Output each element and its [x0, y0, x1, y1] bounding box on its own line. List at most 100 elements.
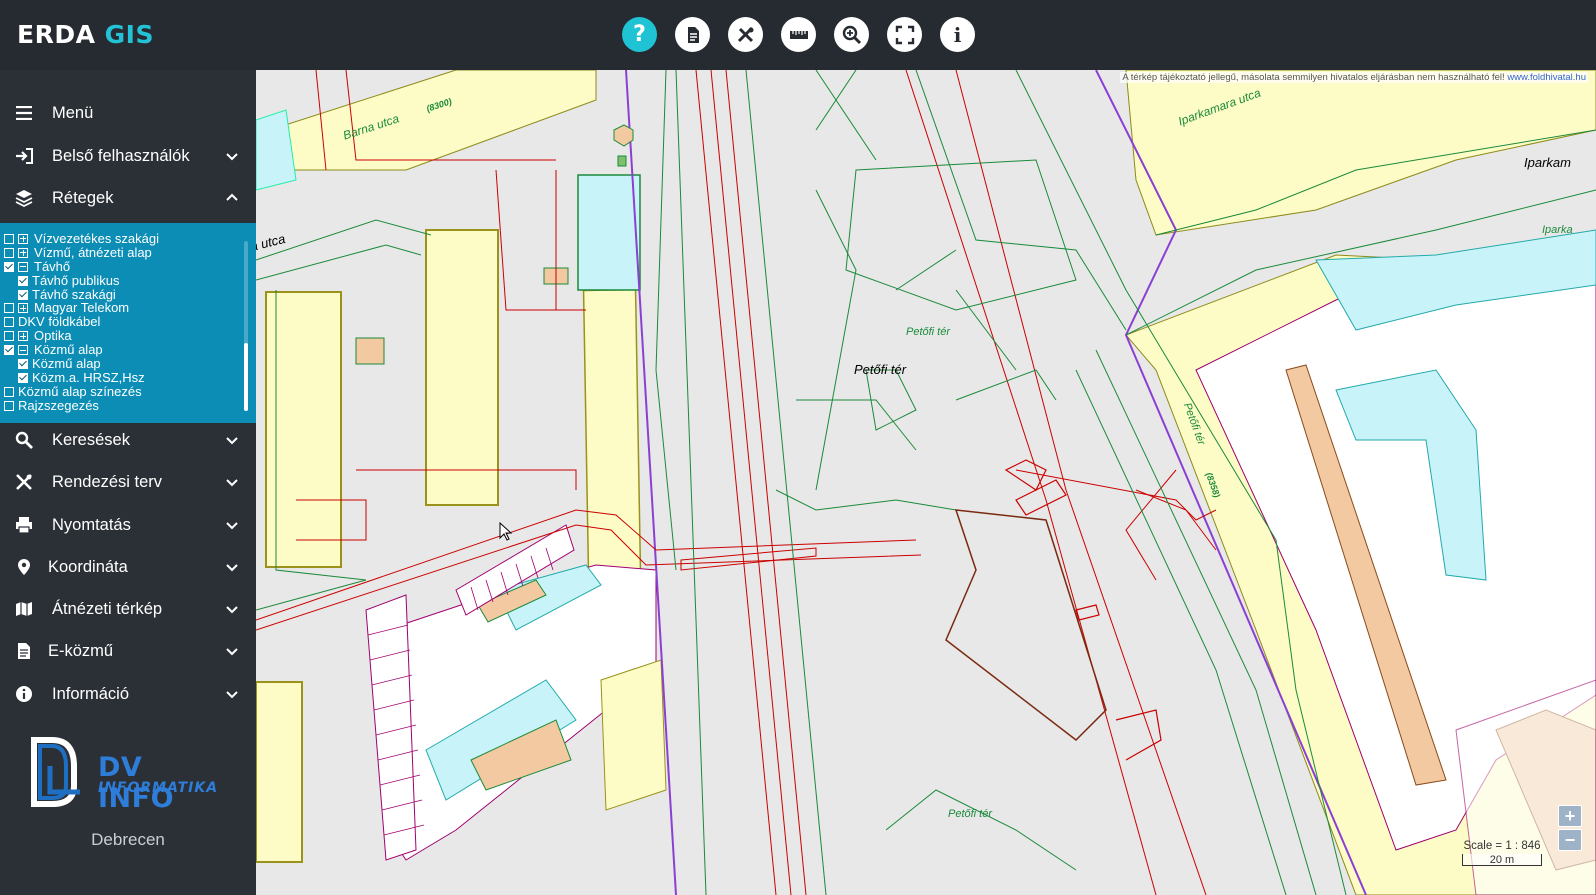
- expand-icon[interactable]: [18, 331, 28, 342]
- map-label-petofi-ter-green-2: Petőfi tér: [948, 808, 993, 820]
- layer-item[interactable]: Távhő: [4, 259, 242, 274]
- chevron-up-icon: [226, 193, 238, 201]
- layer-label: Közmű alap színezés: [18, 383, 142, 399]
- layer-checkbox[interactable]: [4, 303, 14, 314]
- info-icon: i: [953, 22, 962, 47]
- layers-scrollbar-thumb[interactable]: [244, 343, 248, 411]
- map-label-iparkam: Iparkam: [1524, 155, 1571, 170]
- layer-checkbox[interactable]: [4, 247, 14, 258]
- chevron-down-icon: [226, 479, 238, 487]
- chevron-down-icon: [226, 606, 238, 614]
- sidebar: Menü Belső felhasználók Rétegek Vízvezet…: [0, 70, 256, 895]
- map-disclaimer: A térkép tájékoztató jellegű, másolata s…: [1120, 72, 1588, 83]
- layer-item[interactable]: Magyar Telekom: [4, 301, 242, 315]
- sidebar-item-rendezesi-terv[interactable]: Rendezési terv: [0, 462, 256, 502]
- layer-checkbox[interactable]: [4, 386, 14, 397]
- expand-icon[interactable]: [18, 247, 28, 258]
- map-icon: [14, 599, 34, 619]
- sidebar-item-label: Koordináta: [48, 557, 128, 576]
- layer-item[interactable]: Közm.a. HRSZ,Hsz: [4, 371, 242, 385]
- layer-checkbox[interactable]: [18, 358, 28, 369]
- layer-checkbox[interactable]: [4, 233, 14, 244]
- zoom-in-button[interactable]: +: [1558, 805, 1582, 827]
- layer-label: Közmű alap: [32, 356, 101, 372]
- sidebar-item-label: Rétegek: [52, 188, 114, 207]
- chevron-down-icon: [226, 153, 238, 161]
- sidebar-item-label: Nyomtatás: [52, 515, 131, 534]
- zoom-button[interactable]: [834, 17, 869, 52]
- layer-item[interactable]: Közmű alap: [4, 343, 242, 357]
- layer-checkbox[interactable]: [18, 289, 28, 300]
- sidebar-item-belso[interactable]: Belső felhasználók: [0, 136, 256, 176]
- sidebar-item-koordinata[interactable]: Koordináta: [0, 547, 256, 587]
- layer-item[interactable]: Optika: [4, 329, 242, 343]
- sidebar-item-label: Belső felhasználók: [52, 146, 190, 165]
- map-label-petofi-ter: Petőfi tér: [854, 362, 907, 377]
- chevron-down-icon: [226, 648, 238, 656]
- info-circle-icon: [14, 684, 34, 704]
- layer-item[interactable]: Vízmű, átnézeti alap: [4, 244, 242, 260]
- layer-item[interactable]: Rajzszegezés: [4, 398, 242, 413]
- sidebar-item-informacio[interactable]: Információ: [0, 674, 256, 714]
- layer-checkbox[interactable]: [4, 331, 14, 342]
- logo-line2: INFORMATIKA: [98, 780, 219, 796]
- map-canvas[interactable]: A térkép tájékoztató jellegű, másolata s…: [256, 70, 1596, 895]
- collapse-icon[interactable]: [18, 261, 28, 272]
- layers-icon: [14, 188, 34, 208]
- layer-checkbox[interactable]: [4, 400, 14, 411]
- sidebar-item-retegek[interactable]: Rétegek: [0, 178, 256, 218]
- layer-item[interactable]: Távhő szakági: [4, 287, 242, 302]
- fullscreen-button[interactable]: [887, 17, 922, 52]
- search-icon: [14, 430, 34, 450]
- scale-bar: 20 m: [1462, 854, 1542, 866]
- layer-checkbox[interactable]: [18, 372, 28, 383]
- layer-item[interactable]: Vízvezetékes szakági: [4, 232, 242, 246]
- map-label-iparka-green: Iparka: [1542, 224, 1573, 236]
- app-logo[interactable]: ERDA GIS: [17, 20, 154, 49]
- map-pin-icon: [14, 557, 34, 577]
- layer-label: Magyar Telekom: [34, 300, 130, 316]
- chevron-down-icon: [226, 437, 238, 445]
- layer-checkbox[interactable]: [18, 275, 28, 286]
- disclaimer-link[interactable]: www.foldhivatal.hu: [1507, 72, 1586, 83]
- layer-label: Vízmű, átnézeti alap: [34, 244, 152, 260]
- layer-checkbox[interactable]: [4, 345, 14, 356]
- layer-checkbox[interactable]: [4, 317, 14, 328]
- layer-item[interactable]: Közmű alap színezés: [4, 383, 242, 399]
- menu-toggle[interactable]: Menü: [0, 93, 256, 133]
- layer-item[interactable]: Távhő publikus: [4, 273, 242, 288]
- sidebar-item-atnezeti-terkep[interactable]: Átnézeti térkép: [0, 589, 256, 629]
- zoom-controls: + −: [1558, 805, 1582, 853]
- tools-icon: [737, 26, 753, 42]
- scale-indicator: Scale = 1 : 846 20 m: [1462, 840, 1542, 866]
- chevron-down-icon: [226, 522, 238, 530]
- layer-item[interactable]: DKV földkábel: [4, 315, 242, 329]
- menu-label: Menü: [52, 103, 94, 122]
- brand-main: ERDA: [17, 20, 96, 49]
- chevron-down-icon: [226, 564, 238, 572]
- brand-accent: GIS: [104, 20, 154, 49]
- help-button[interactable]: ?: [622, 17, 657, 52]
- layer-item[interactable]: Közmű alap: [4, 357, 242, 371]
- tools-button[interactable]: [728, 17, 763, 52]
- map-label-petofi-ter-green: Petőfi tér: [906, 326, 951, 338]
- zoom-icon: [842, 25, 861, 44]
- expand-icon[interactable]: [18, 303, 28, 314]
- measure-button[interactable]: [781, 17, 816, 52]
- dv-info-logo: DV INFO INFORMATIKA: [30, 736, 220, 814]
- collapse-icon[interactable]: [18, 345, 28, 356]
- document-button[interactable]: [675, 17, 710, 52]
- scale-text: Scale = 1 : 846: [1463, 840, 1541, 852]
- info-button[interactable]: i: [940, 17, 975, 52]
- sidebar-item-label: Keresések: [52, 430, 130, 449]
- document-icon: [687, 26, 699, 43]
- disclaimer-text: A térkép tájékoztató jellegű, másolata s…: [1122, 72, 1505, 83]
- print-icon: [14, 515, 34, 535]
- sidebar-item-keresesek[interactable]: Keresések: [0, 420, 256, 460]
- sidebar-item-e-kozmu[interactable]: E-közmű: [0, 631, 256, 671]
- sidebar-item-nyomtatas[interactable]: Nyomtatás: [0, 505, 256, 545]
- layer-checkbox[interactable]: [4, 261, 14, 272]
- zoom-out-button[interactable]: −: [1558, 829, 1582, 851]
- sidebar-item-label: Rendezési terv: [52, 472, 163, 491]
- expand-icon[interactable]: [18, 233, 28, 244]
